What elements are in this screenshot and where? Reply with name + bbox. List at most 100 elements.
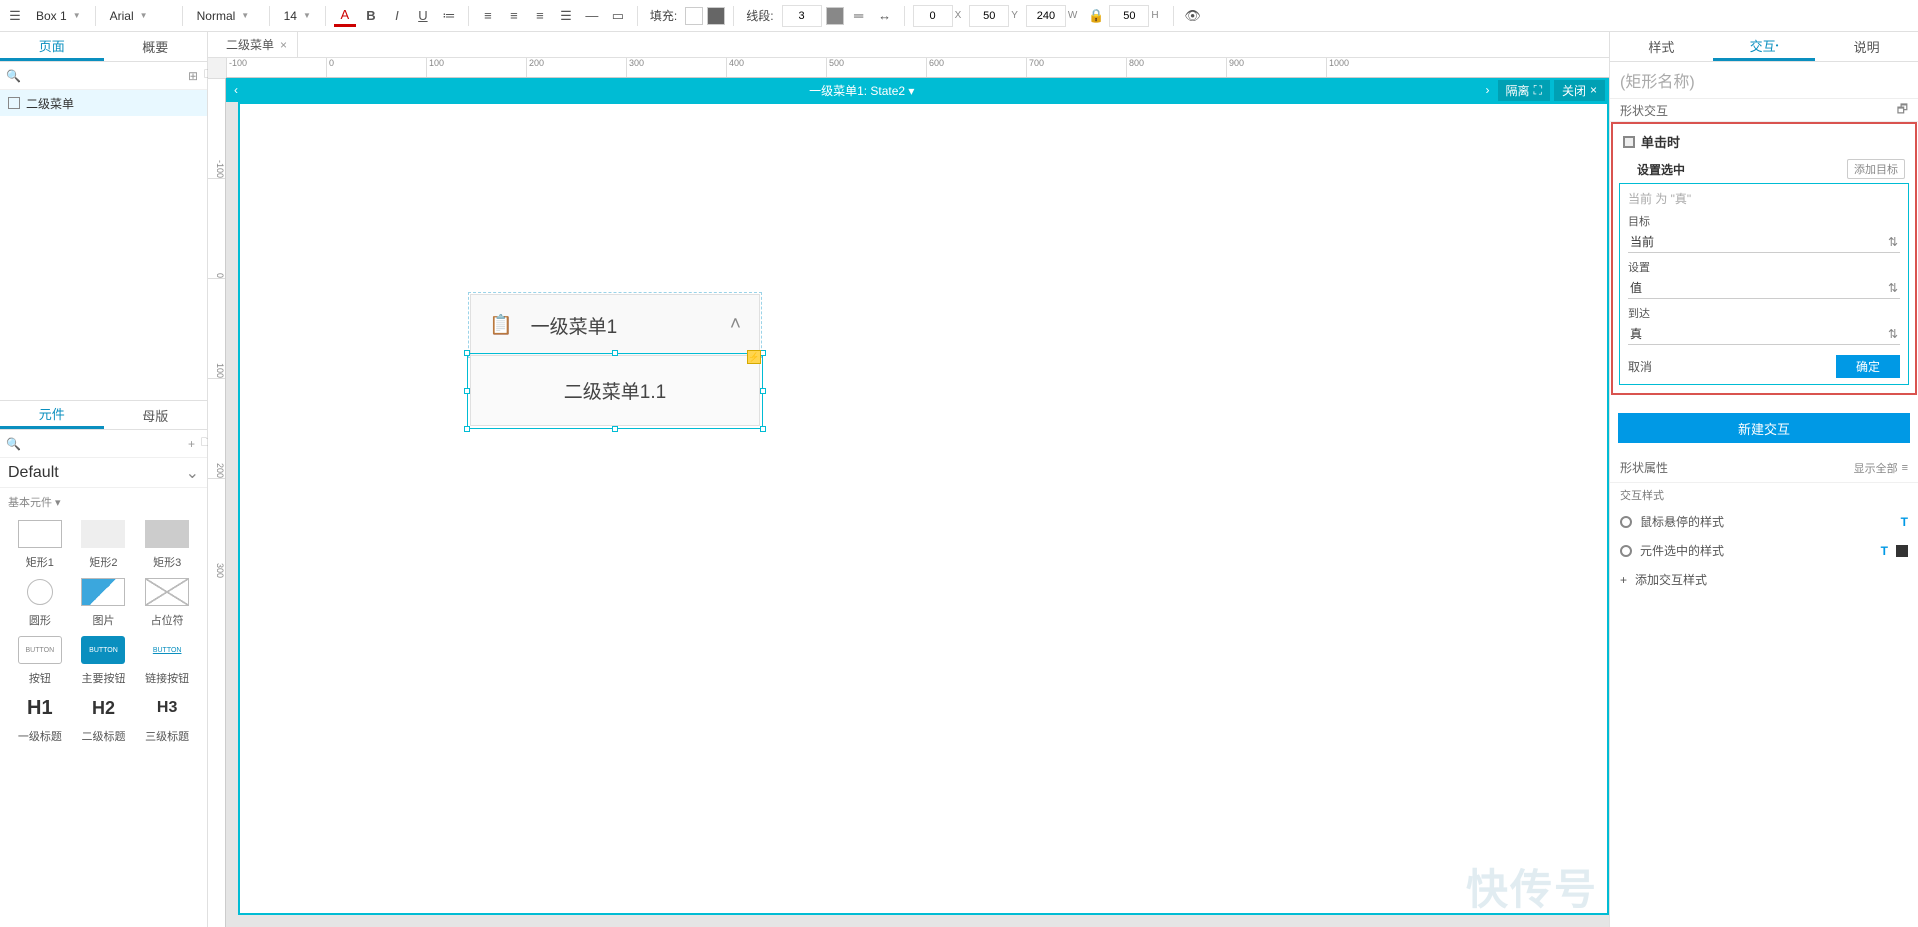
menu-widget[interactable]: 📋 一级菜单1 ˄ 二级菜单1.1	[470, 294, 760, 426]
close-panel-button[interactable]: 关闭×	[1554, 80, 1605, 101]
cancel-button[interactable]: 取消	[1628, 358, 1652, 375]
radio-icon	[1620, 545, 1632, 557]
radio-icon	[1620, 516, 1632, 528]
widget-image[interactable]: 图片	[72, 578, 136, 628]
align-left-icon[interactable]: ≡	[477, 5, 499, 27]
event-onclick[interactable]: 单击时	[1613, 128, 1915, 155]
shape-interactions-header: 形状交互 🗗	[1610, 98, 1918, 122]
padding-icon[interactable]: ▭	[607, 5, 629, 27]
right-panel: 样式 交互 • 说明 (矩形名称) 形状交互 🗗 单击时 设置选中 添加目标 当…	[1609, 32, 1918, 927]
tab-style[interactable]: 样式	[1610, 32, 1713, 61]
show-all-link[interactable]: 显示全部 ≡	[1854, 460, 1908, 476]
target-dropdown[interactable]: 当前⇅	[1628, 231, 1900, 253]
ruler-vertical: -1000100200300	[208, 78, 226, 927]
tab-widgets[interactable]: 元件	[0, 401, 104, 429]
tab-masters[interactable]: 母版	[104, 401, 208, 429]
line-width-input[interactable]	[782, 5, 822, 27]
widget-search-input[interactable]	[27, 437, 182, 451]
font-size-dropdown[interactable]: 14▼	[278, 5, 317, 27]
widget-name-field[interactable]: (矩形名称)	[1610, 62, 1918, 98]
page-tab[interactable]: 二级菜单×	[216, 32, 298, 58]
add-page-icon[interactable]: ⊞	[188, 69, 198, 83]
h-input[interactable]	[1109, 5, 1149, 27]
widget-style-icon[interactable]: ☰	[4, 5, 26, 27]
label-target: 目标	[1628, 213, 1900, 229]
action-config-panel: 当前 为 "真" 目标 当前⇅ 设置 值⇅ 到达 真⇅ 取消 确定	[1619, 183, 1909, 385]
font-dropdown[interactable]: Arial▼	[104, 5, 174, 27]
widget-rect3[interactable]: 矩形3	[135, 520, 199, 570]
plus-icon: +	[1620, 573, 1627, 587]
tab-outline[interactable]: 概要	[104, 32, 208, 61]
interaction-badge-icon: ⚡	[747, 350, 761, 364]
y-input[interactable]	[969, 5, 1009, 27]
fill-color-swatch[interactable]	[685, 7, 703, 25]
prev-state-icon[interactable]: ‹	[226, 83, 246, 97]
italic-icon[interactable]: I	[386, 5, 408, 27]
ix-styles-header: 交互样式	[1610, 482, 1918, 507]
widget-rect2[interactable]: 矩形2	[72, 520, 136, 570]
tree-item-submenu[interactable]: 二级菜单	[0, 90, 207, 116]
widget-primary-button[interactable]: BUTTON主要按钮	[72, 636, 136, 686]
font-style-dropdown[interactable]: Normal▼	[191, 5, 261, 27]
action-set-selected[interactable]: 设置选中 添加目标	[1613, 155, 1915, 183]
valign-icon[interactable]: ☰	[555, 5, 577, 27]
line-style-icon[interactable]: ═	[848, 5, 870, 27]
text-color-icon[interactable]: A	[334, 5, 356, 27]
widget-h1[interactable]: H1一级标题	[8, 694, 72, 744]
widget-h2[interactable]: H2二级标题	[72, 694, 136, 744]
add-ix-style-row[interactable]: + 添加交互样式	[1610, 565, 1918, 594]
add-interaction-icon[interactable]: 🗗	[1897, 100, 1908, 121]
library-dropdown[interactable]: Default⌄	[0, 458, 207, 488]
line-color-swatch[interactable]	[826, 7, 844, 25]
visibility-icon[interactable]: 👁	[1182, 5, 1204, 27]
close-tab-icon[interactable]: ×	[280, 38, 287, 52]
tab-notes[interactable]: 说明	[1815, 32, 1918, 61]
bullet-list-icon[interactable]: ≔	[438, 5, 460, 27]
align-center-icon[interactable]: ≡	[503, 5, 525, 27]
align-right-icon[interactable]: ≡	[529, 5, 551, 27]
line-height-icon[interactable]: —	[581, 5, 603, 27]
widget-name-dropdown[interactable]: Box 1▼	[30, 5, 87, 27]
fill-flag-icon	[1896, 545, 1908, 557]
widget-button[interactable]: BUTTON按钮	[8, 636, 72, 686]
page-surface[interactable]: 📋 一级菜单1 ˄ 二级菜单1.1	[238, 102, 1609, 915]
ok-button[interactable]: 确定	[1836, 355, 1900, 378]
widget-h3[interactable]: H3三级标题	[135, 694, 199, 744]
tab-pages[interactable]: 页面	[0, 32, 104, 61]
new-interaction-button[interactable]: 新建交互	[1618, 413, 1910, 443]
widget-circle[interactable]: 圆形	[8, 578, 72, 628]
widget-link-button[interactable]: BUTTON链接按钮	[135, 636, 199, 686]
isolate-button[interactable]: 隔离⛶	[1498, 80, 1550, 101]
text-flag-icon: T	[1881, 544, 1888, 558]
widget-grid: 矩形1 矩形2 矩形3 圆形 图片 占位符 BUTTON按钮 BUTTON主要按…	[0, 516, 207, 752]
dynamic-panel-bar: ‹ 一级菜单1: State2 ▾ › 隔离⛶ 关闭×	[226, 78, 1609, 102]
canvas[interactable]: 📋 一级菜单1 ˄ 二级菜单1.1	[226, 102, 1609, 927]
set-dropdown[interactable]: 值⇅	[1628, 277, 1900, 299]
label-set: 设置	[1628, 259, 1900, 275]
widget-search-icon[interactable]: 🔍	[6, 437, 21, 451]
underline-icon[interactable]: U	[412, 5, 434, 27]
add-target-button[interactable]: 添加目标	[1847, 159, 1905, 179]
selected-style-row[interactable]: 元件选中的样式 T	[1610, 536, 1918, 565]
arrow-icon[interactable]: ↔	[874, 5, 896, 27]
widget-rect1[interactable]: 矩形1	[8, 520, 72, 570]
fill-pattern-swatch[interactable]	[707, 7, 725, 25]
menu-subitem-1-1[interactable]: 二级菜单1.1 ⚡	[470, 356, 760, 426]
hover-style-row[interactable]: 鼠标悬停的样式 T	[1610, 507, 1918, 536]
add-widget-icon[interactable]: +	[188, 437, 195, 451]
lock-icon[interactable]: 🔒	[1085, 5, 1107, 27]
label-to: 到达	[1628, 305, 1900, 321]
next-state-icon[interactable]: ›	[1478, 83, 1498, 97]
search-icon[interactable]: 🔍	[6, 69, 21, 83]
to-dropdown[interactable]: 真⇅	[1628, 323, 1900, 345]
widget-placeholder[interactable]: 占位符	[135, 578, 199, 628]
tab-interactions[interactable]: 交互 •	[1713, 32, 1816, 61]
w-input[interactable]	[1026, 5, 1066, 27]
panel-state-title[interactable]: 一级菜单1: State2 ▾	[246, 82, 1478, 99]
shape-properties-header: 形状属性 显示全部 ≡	[1610, 453, 1918, 482]
page-tree: 二级菜单	[0, 90, 207, 400]
section-basic[interactable]: 基本元件 ▾	[0, 488, 207, 516]
page-search-input[interactable]	[27, 69, 182, 83]
x-input[interactable]	[913, 5, 953, 27]
bold-icon[interactable]: B	[360, 5, 382, 27]
